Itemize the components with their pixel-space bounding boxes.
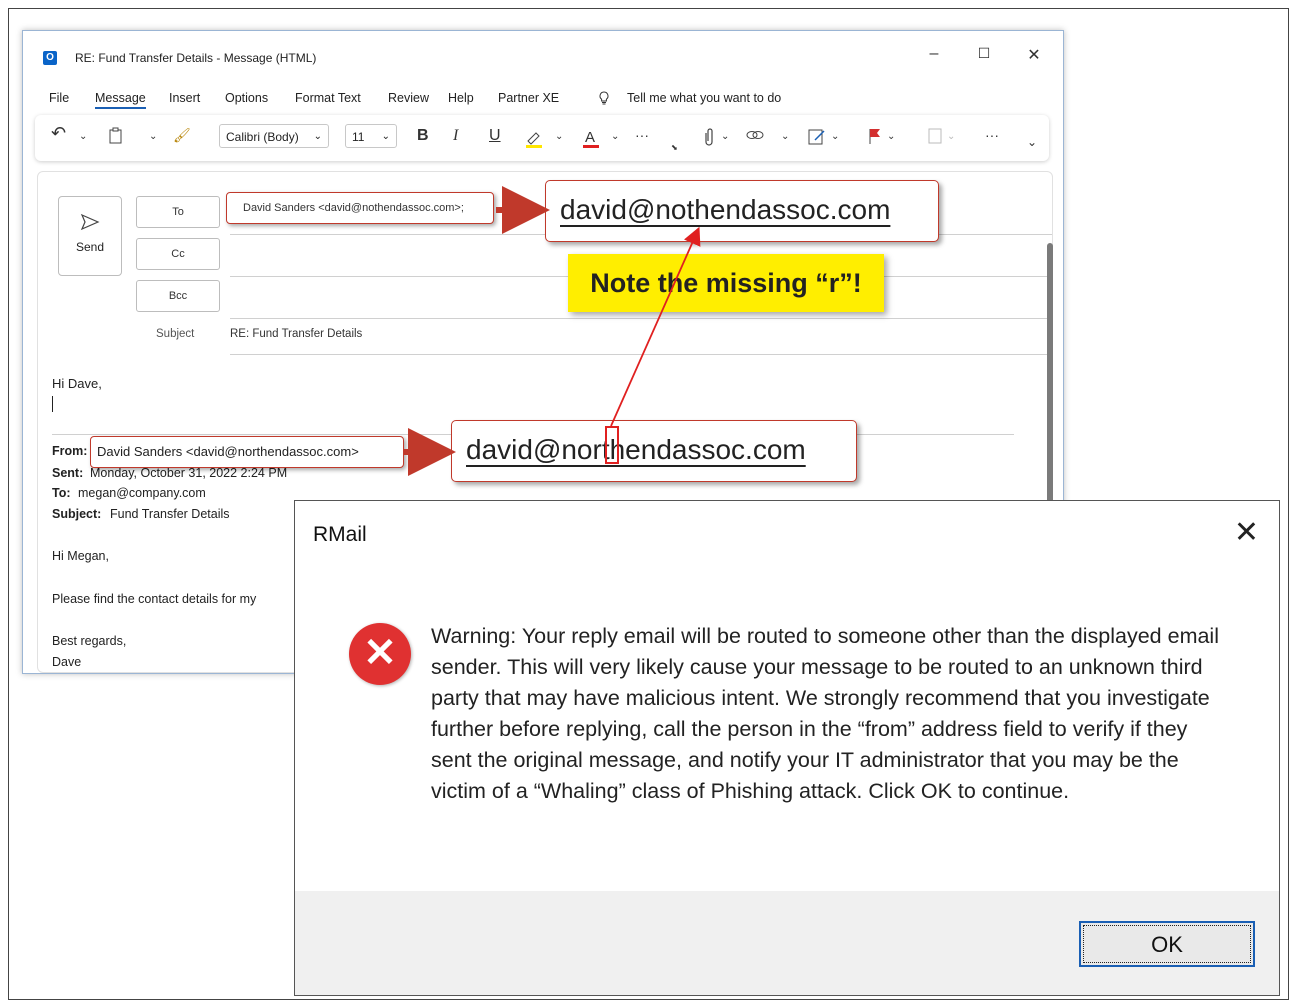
body-line-1: Hi Megan, — [52, 549, 109, 563]
tab-review[interactable]: Review — [388, 91, 429, 105]
body-line-4: Dave — [52, 655, 82, 669]
body-line-3: Best regards, — [52, 634, 127, 648]
from-address: David Sanders <david@northendassoc.com> — [97, 444, 359, 459]
bcc-field[interactable] — [230, 318, 1052, 319]
window-title: RE: Fund Transfer Details - Message (HTM… — [75, 51, 317, 65]
tab-insert[interactable]: Insert — [169, 91, 200, 105]
tell-me-search[interactable]: Tell me what you want to do — [627, 91, 781, 105]
send-icon — [59, 213, 121, 234]
svg-text:A: A — [585, 129, 595, 146]
tab-help[interactable]: Help — [448, 91, 474, 105]
font-size-value: 11 — [352, 130, 365, 144]
ribbon-toolbar: ↶ ⌄ ⌄ 🖌 Calibri (Body) ⌄ 11 ⌄ B I U ⌄ A … — [35, 115, 1049, 161]
from-address-chip: David Sanders <david@northendassoc.com> — [90, 436, 404, 468]
cc-button[interactable]: Cc — [136, 238, 220, 270]
outlook-icon: O — [43, 51, 57, 65]
undo-icon[interactable]: ↶ — [51, 123, 66, 144]
follow-up-flag-icon[interactable] — [867, 127, 883, 148]
underline-button[interactable]: U — [489, 127, 501, 145]
send-label: Send — [75, 240, 105, 254]
body-line-2: Please find the contact details for my — [52, 592, 257, 606]
font-size-select[interactable]: 11 ⌄ — [345, 124, 397, 148]
to-recipient-chip[interactable]: David Sanders <david@nothendassoc.com>; — [226, 192, 494, 224]
sensitivity-icon[interactable] — [927, 127, 945, 148]
subject-value-body: Fund Transfer Details — [110, 507, 230, 521]
tab-format-text[interactable]: Format Text — [295, 91, 361, 105]
chevron-down-icon[interactable]: ⌄ — [555, 131, 563, 142]
greeting-text: Hi Dave, — [52, 376, 102, 391]
paste-icon[interactable] — [107, 127, 125, 148]
more-formatting-button[interactable]: ··· — [635, 127, 649, 143]
warning-message: Warning: Your reply email will be routed… — [431, 624, 1219, 803]
scrollbar[interactable] — [1047, 243, 1053, 533]
chevron-down-icon[interactable]: ⌄ — [947, 131, 955, 142]
dialog-launcher-icon[interactable]: ⬊ — [671, 143, 678, 152]
chevron-down-icon[interactable]: ⌄ — [831, 131, 839, 142]
bcc-button[interactable]: Bcc — [136, 280, 220, 312]
rmail-warning-dialog: RMail ✕ ✕ Warning: Your reply email will… — [294, 500, 1280, 996]
reply-address-text: david@nothendassoc.com — [560, 194, 891, 225]
ok-button[interactable]: OK — [1079, 921, 1255, 967]
title-bar: O RE: Fund Transfer Details - Message (H… — [23, 31, 1063, 83]
signature-icon[interactable] — [807, 127, 827, 150]
chevron-down-icon[interactable]: ⌄ — [149, 131, 157, 142]
chevron-down-icon[interactable]: ⌄ — [721, 131, 729, 142]
attach-file-icon[interactable] — [703, 127, 715, 150]
format-painter-icon[interactable]: 🖌 — [173, 127, 191, 144]
error-icon: ✕ — [349, 623, 411, 685]
more-options-button[interactable]: ··· — [985, 127, 999, 143]
subject-label: Subject — [156, 328, 195, 340]
subject-label-body: Subject: — [52, 507, 102, 521]
missing-r-note: Note the missing “r”! — [568, 254, 884, 312]
sent-value: Monday, October 31, 2022 2:24 PM — [90, 466, 288, 480]
chevron-down-icon: ⌄ — [313, 131, 322, 142]
tab-message[interactable]: Message — [95, 91, 146, 109]
chevron-down-icon[interactable]: ⌄ — [887, 131, 895, 142]
tab-options[interactable]: Options — [225, 91, 268, 105]
tab-file[interactable]: File — [49, 91, 69, 105]
chevron-down-icon[interactable]: ⌄ — [79, 131, 87, 142]
chevron-down-icon: ⌄ — [381, 131, 390, 142]
italic-button[interactable]: I — [453, 127, 458, 145]
original-address-text: david@northendassoc.com — [466, 434, 806, 465]
font-color-icon[interactable]: A — [581, 127, 601, 152]
bold-button[interactable]: B — [417, 127, 429, 145]
expand-ribbon-icon[interactable]: ⌄ — [1027, 135, 1037, 149]
maximize-button[interactable]: ☐ — [969, 45, 999, 62]
subject-line — [230, 354, 1052, 355]
highlight-icon[interactable] — [523, 127, 545, 152]
close-button[interactable]: ✕ — [1019, 45, 1049, 65]
reply-address-callout: david@nothendassoc.com — [545, 180, 939, 242]
sent-label: Sent: — [52, 466, 84, 480]
font-name-value: Calibri (Body) — [226, 130, 299, 144]
chevron-down-icon[interactable]: ⌄ — [611, 131, 619, 142]
menu-bar: File Message Insert Options Format Text … — [23, 87, 1063, 111]
link-icon[interactable] — [745, 127, 765, 146]
send-button[interactable]: Send — [58, 196, 122, 276]
font-name-select[interactable]: Calibri (Body) ⌄ — [219, 124, 329, 148]
recipient-address: David Sanders <david@nothendassoc.com>; — [243, 202, 464, 214]
lightbulb-icon — [598, 91, 610, 108]
to-label: To: — [52, 486, 71, 500]
chevron-down-icon[interactable]: ⌄ — [781, 131, 789, 142]
to-value: megan@company.com — [78, 486, 206, 500]
subject-field[interactable]: RE: Fund Transfer Details — [230, 328, 362, 340]
dialog-title: RMail — [313, 523, 367, 546]
dialog-footer: OK — [295, 891, 1279, 995]
text-cursor — [52, 396, 53, 412]
to-button[interactable]: To — [136, 196, 220, 228]
original-address-callout: david@northendassoc.com — [451, 420, 857, 482]
tab-partner-xe[interactable]: Partner XE — [498, 91, 559, 105]
missing-r-highlight — [605, 426, 619, 464]
from-label: From: — [52, 444, 88, 458]
minimize-button[interactable]: – — [919, 45, 949, 63]
dialog-close-button[interactable]: ✕ — [1234, 515, 1259, 550]
